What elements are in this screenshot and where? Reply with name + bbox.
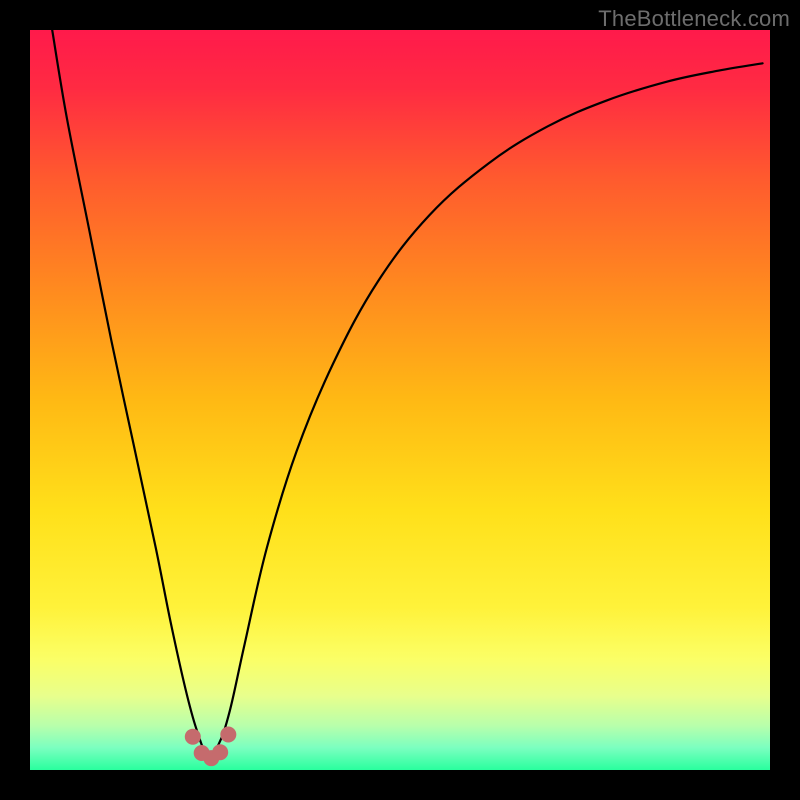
watermark-text: TheBottleneck.com — [598, 6, 790, 32]
bottleneck-chart — [30, 30, 770, 770]
gradient-background — [30, 30, 770, 770]
marker-dot — [185, 729, 201, 745]
marker-dot — [220, 726, 236, 742]
marker-dot — [212, 744, 228, 760]
chart-frame — [30, 30, 770, 770]
